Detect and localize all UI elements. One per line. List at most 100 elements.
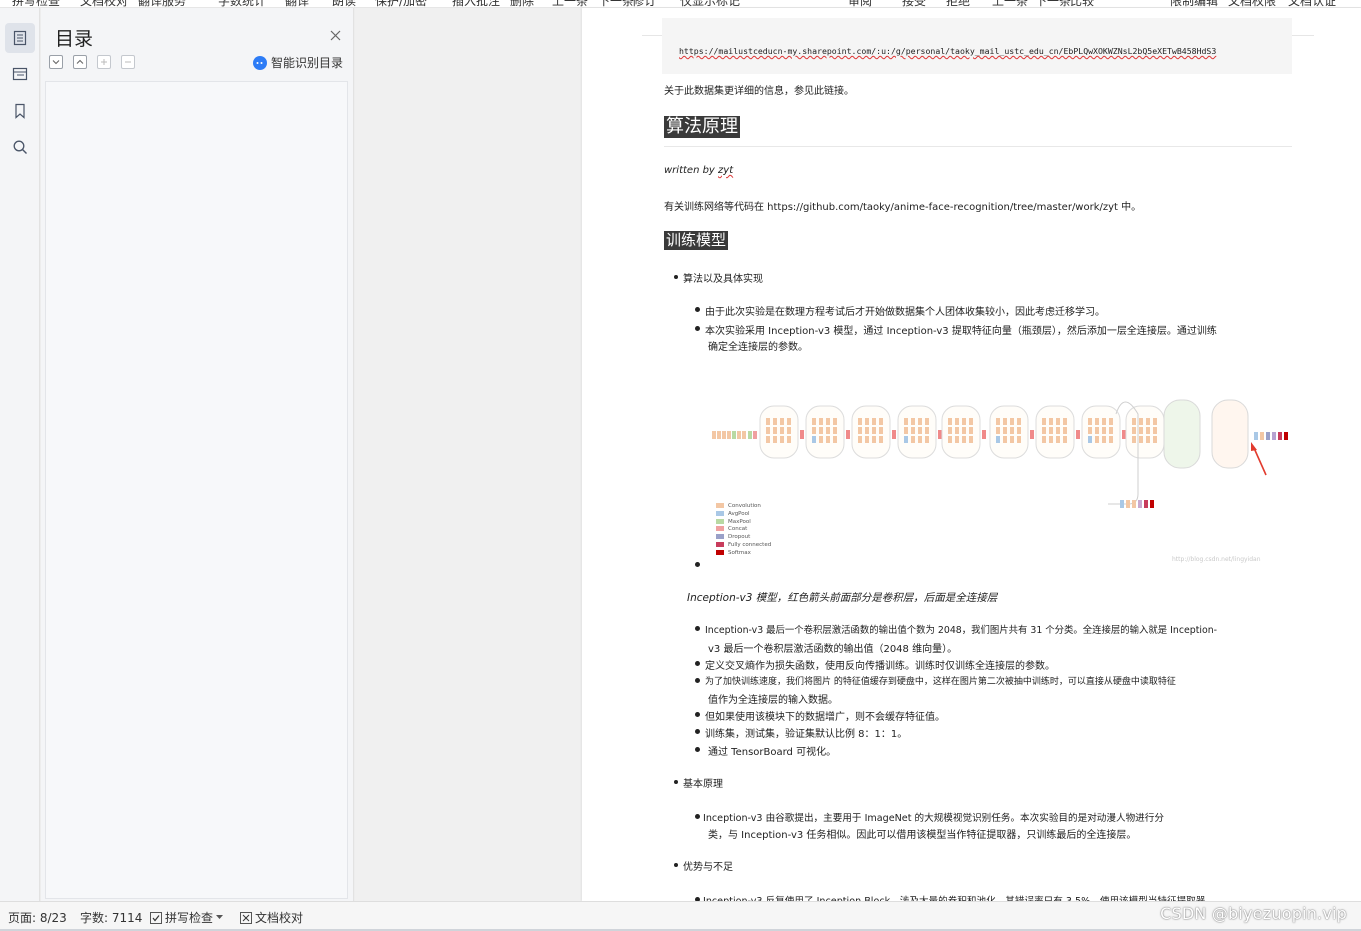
collapse-all-button[interactable] [73,55,87,69]
toolbar-prev-change[interactable]: 上一条 [992,0,1028,7]
toolbar-protect[interactable]: 保护/加密 [375,0,427,7]
inception-module [1125,405,1165,459]
inception-module [851,405,891,459]
conv-block [812,418,816,425]
basic-item-1: Inception-v3 由谷歌提出，主要用于 ImageNet 的大规模视觉识… [703,813,1164,824]
toolbar-translate-service[interactable]: 翻译服务 [138,0,186,7]
bullet [695,562,700,567]
page-indicator[interactable]: 页面: 8/23 [8,909,67,926]
toolbar-accept[interactable]: 接受 [902,0,926,7]
toolbar-prev[interactable]: 上一条 [552,0,588,7]
conv-block [948,436,952,443]
conv-block [969,418,973,425]
spellcheck-toggle[interactable]: 拼写检查 [150,909,224,926]
proofread-button[interactable]: 文档校对 [240,909,303,926]
concat-block [938,430,942,439]
toolbar-add-comment[interactable]: 插入批注 [452,0,500,7]
conv-block [996,436,1000,443]
conv-block [1056,427,1060,434]
conv-block [819,418,823,425]
toolbar-read[interactable]: 朗读 [332,0,356,7]
basic-item-1-cont: 类，与 Inception-v3 任务相似。因此可以借用该模型当作特征提取器，只… [708,830,1137,841]
conv-block [1095,436,1099,443]
toolbar-wordcount[interactable]: 字数统计 [218,0,266,7]
conv-block [1132,436,1136,443]
figure-caption: Inception-v3 模型，红色箭头前面部分是卷积层，后面是全连接层 [687,592,998,604]
conv-block [780,436,784,443]
close-icon [330,30,341,41]
conv-block [1010,427,1014,434]
conv-block [969,427,973,434]
detail-item-6: 通过 TensorBoard 可视化。 [708,747,837,758]
conv-block [918,436,922,443]
conv-block [962,436,966,443]
toolbar-delete[interactable]: 删除 [510,0,534,7]
conv-block [858,436,862,443]
toolbar-next[interactable]: 下一条 [598,0,634,7]
toolbar-compare[interactable]: 比较 [1070,0,1094,7]
smart-toc-button[interactable]: 智能识别目录 [252,54,343,71]
ai-cloud-icon [252,55,267,70]
toolbar-proofread[interactable]: 文档校对 [80,0,128,7]
document-page[interactable]: https://mailustceducn-my.sharepoint.com/… [582,8,1361,901]
conv-block [911,427,915,434]
algo-item-2-cont: 确定全连接层的参数。 [708,342,808,353]
inception-module [1035,405,1075,459]
conv-block [1056,436,1060,443]
conv-block [1146,427,1150,434]
proofread-label: 文档校对 [255,911,304,925]
toolbar-review[interactable]: 审阅 [848,0,872,7]
large-modules [1163,399,1249,469]
toolbar-spellcheck[interactable]: 拼写检查 [12,0,60,7]
toolbar-revise[interactable]: 修订 [632,0,656,7]
conv-block [1109,436,1113,443]
toolbar-doc-permission[interactable]: 文档权限 [1228,0,1276,7]
add-heading-button[interactable] [97,55,111,69]
chapter-nav-button[interactable] [5,59,35,89]
toolbar-doc-cert[interactable]: 文档认证 [1288,0,1336,7]
remove-heading-button[interactable] [121,55,135,69]
inception-module [759,405,799,459]
conv-block [925,427,929,434]
toc-close-button[interactable] [330,26,341,45]
chevron-up-icon [76,59,84,64]
detail-item-1: Inception-v3 最后一个卷积层激活函数的输出值个数为 2048，我们图… [705,625,1218,636]
toolbar-restrict-edit[interactable]: 限制编辑 [1170,0,1218,7]
heading-rule [664,146,1292,147]
bookmark-button[interactable] [5,96,35,126]
toolbar-next-change[interactable]: 下一条 [1035,0,1071,7]
code-url[interactable]: https://mailustceducn-my.sharepoint.com/… [679,46,1216,56]
conv-block [969,436,973,443]
expand-all-button[interactable] [49,55,63,69]
bookmark-icon [15,103,25,119]
conv-block [911,418,915,425]
conv-block [1139,436,1143,443]
conv-block [1049,436,1053,443]
bullet [695,678,700,683]
word-count[interactable]: 字数: 7114 [80,909,142,926]
toolbar-translate[interactable]: 翻译 [285,0,309,7]
conv-block [1153,427,1157,434]
toolbar-reject[interactable]: 拒绝 [946,0,970,7]
bullet [674,275,678,279]
conv-block [1049,427,1053,434]
legend-dropout: Dropout [716,534,771,542]
legend-avgpool: AvgPool [716,510,771,519]
conv-block [1109,418,1113,425]
search-button[interactable] [5,132,35,162]
detail-item-4: 但如果使用该模块下的数据增广，则不会缓存特征值。 [705,712,945,723]
conv-block [1088,436,1092,443]
conv-block [925,418,929,425]
caret-down-icon [216,915,224,919]
conv-block [962,418,966,425]
conv-block [865,418,869,425]
concat-block [1030,430,1034,439]
conv-block [766,418,770,425]
toolbar-show-markup[interactable]: 仅显示标记 [680,0,740,7]
legend-fc: Fully connected [716,541,771,550]
toc-list[interactable] [45,81,348,899]
conv-block [858,427,862,434]
toc-view-button[interactable] [5,23,35,53]
conv-block [1063,427,1067,434]
conv-block [918,418,922,425]
